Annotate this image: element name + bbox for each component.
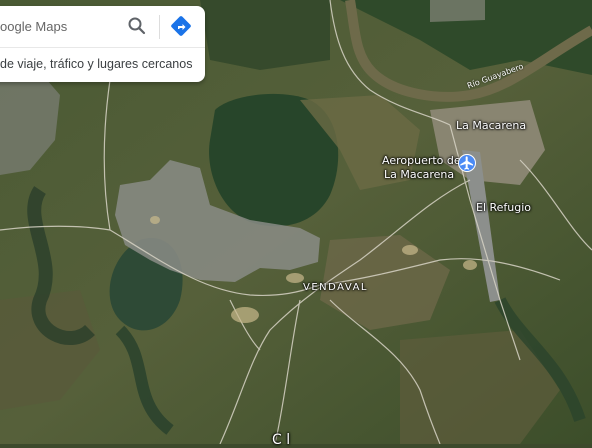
cleared-area [430, 0, 485, 22]
search-card: de viaje, tráfico y lugares cercanos [0, 6, 205, 82]
card-divider [0, 47, 205, 48]
place-label-airport-line1[interactable]: Aeropuerto de [382, 154, 461, 167]
forest-area [200, 0, 330, 70]
search-hint: de viaje, tráfico y lugares cercanos [0, 57, 193, 71]
search-icon[interactable] [125, 14, 149, 38]
search-divider [159, 15, 160, 39]
place-label-airport-line2[interactable]: La Macarena [384, 168, 454, 181]
place-label-el-refugio[interactable]: El Refugio [476, 201, 531, 214]
place-label-la-macarena[interactable]: La Macarena [456, 119, 526, 132]
place-label-vendaval[interactable]: VENDAVAL [303, 282, 368, 293]
place-label-bottom-partial[interactable]: C l [272, 432, 290, 448]
search-input[interactable] [0, 6, 118, 46]
airport-icon[interactable] [458, 154, 476, 172]
directions-icon[interactable] [169, 14, 193, 38]
